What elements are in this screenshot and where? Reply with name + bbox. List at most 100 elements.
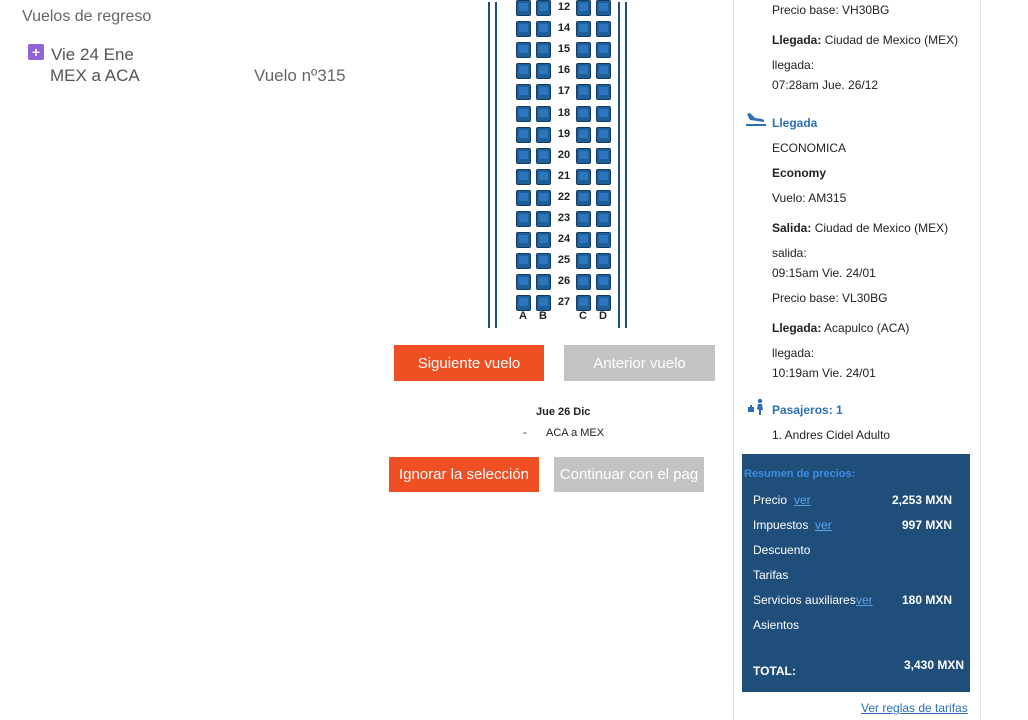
seat-22A[interactable] xyxy=(516,189,531,206)
seat-25C[interactable] xyxy=(576,253,591,270)
seat-24C[interactable] xyxy=(576,232,591,249)
seat-20B[interactable] xyxy=(536,147,551,164)
arrival-second: Llegada: Acapulco (ACA) xyxy=(772,321,909,335)
taxes-details-link[interactable]: ver xyxy=(815,518,832,532)
total-value: 3,430 MXN xyxy=(903,658,964,672)
seat-17C[interactable] xyxy=(576,84,591,101)
seat-22B[interactable] xyxy=(536,189,551,206)
seat-19C[interactable] xyxy=(576,126,591,143)
seat-27A[interactable] xyxy=(516,295,531,312)
seat-18A[interactable] xyxy=(516,105,531,122)
column-letter: C xyxy=(579,310,587,322)
row-number: 20 xyxy=(557,148,571,161)
seat-22C[interactable] xyxy=(576,189,591,206)
flight-code: Vuelo: AM315 xyxy=(772,191,847,205)
seat-16D[interactable] xyxy=(596,63,611,80)
seat-14C[interactable] xyxy=(576,21,591,38)
ignore-selection-button[interactable]: Ignorar la selección xyxy=(389,457,539,492)
seat-20C[interactable] xyxy=(576,147,591,164)
seat-20A[interactable] xyxy=(516,147,531,164)
price-details-link[interactable]: ver xyxy=(794,493,811,507)
price-label: Precio xyxy=(753,493,788,507)
seat-27D[interactable] xyxy=(596,295,611,312)
seat-21B[interactable] xyxy=(536,168,551,185)
seat-16B[interactable] xyxy=(536,63,551,80)
fare-rules-link[interactable]: Ver reglas de tarifas xyxy=(861,701,968,715)
seat-17A[interactable] xyxy=(516,84,531,101)
arrival-first-word: llegada: xyxy=(772,58,815,72)
trip-route: ACA a MEX xyxy=(546,427,605,439)
seat-15D[interactable] xyxy=(596,42,611,59)
continue-payment-button[interactable]: Continuar con el pag xyxy=(554,457,704,492)
seat-16C[interactable] xyxy=(576,63,591,80)
arrival-second-word: llegada: xyxy=(772,346,815,360)
row-number: 15 xyxy=(557,43,571,56)
seat-23A[interactable] xyxy=(516,211,531,227)
seat-24B[interactable] xyxy=(536,232,551,249)
cabin-name: ECONOMICA xyxy=(772,141,847,155)
seat-16A[interactable] xyxy=(516,63,531,80)
seat-23C[interactable] xyxy=(576,211,591,227)
seat-17D[interactable] xyxy=(596,84,611,101)
seat-19D[interactable] xyxy=(596,126,611,143)
discount-label: Descuento xyxy=(753,543,811,557)
seat-21C[interactable] xyxy=(576,168,591,185)
arrival-first: Llegada: Ciudad de Mexico (MEX) xyxy=(772,33,958,47)
seat-26A[interactable] xyxy=(516,274,531,291)
seat-24D[interactable] xyxy=(596,232,611,249)
seat-23B[interactable] xyxy=(536,211,551,227)
seat-27C[interactable] xyxy=(576,295,591,312)
price-value: 2,253 MXN xyxy=(891,493,952,507)
ancillary-value: 180 MXN xyxy=(901,593,952,607)
seat-14B[interactable] xyxy=(536,21,551,38)
plus-icon[interactable]: + xyxy=(28,44,44,60)
seat-24A[interactable] xyxy=(516,232,531,249)
fees-label: Tarifas xyxy=(753,568,789,582)
seat-22D[interactable] xyxy=(596,189,611,206)
seat-26C[interactable] xyxy=(576,274,591,291)
seat-26D[interactable] xyxy=(596,274,611,291)
seat-14A[interactable] xyxy=(516,21,531,38)
seat-26B[interactable] xyxy=(536,274,551,291)
flight-route: MEX a ACA xyxy=(50,66,140,85)
seat-21A[interactable] xyxy=(516,168,531,185)
flight-number: Vuelo nº315 xyxy=(254,66,346,85)
column-letter: A xyxy=(519,310,527,322)
ancillary-label: Servicios auxiliares xyxy=(753,593,856,607)
seat-12B[interactable] xyxy=(536,0,551,16)
seat-21D[interactable] xyxy=(596,168,611,185)
previous-flight-button[interactable]: Anterior vuelo xyxy=(564,345,715,381)
trip-date: Jue 26 Dic xyxy=(536,406,591,418)
arrival-second-time: 10:19am Vie. 24/01 xyxy=(772,366,876,380)
next-flight-button[interactable]: Siguiente vuelo xyxy=(394,345,544,381)
seat-20D[interactable] xyxy=(596,147,611,164)
seat-12D[interactable] xyxy=(596,0,611,16)
departure-label: Salida: xyxy=(772,221,812,235)
ancillary-details-link[interactable]: ver xyxy=(856,593,873,607)
arrival-second-city: Acapulco (ACA) xyxy=(824,321,910,335)
seat-23D[interactable] xyxy=(596,211,611,227)
seat-17B[interactable] xyxy=(536,84,551,101)
price-summary-box: Resumen de precios: Precio ver 2,253 MXN… xyxy=(742,454,970,692)
fuselage-wall-left xyxy=(488,2,497,328)
row-number: 24 xyxy=(557,233,571,246)
seat-19B[interactable] xyxy=(536,126,551,143)
seat-19A[interactable] xyxy=(516,126,531,143)
seat-18B[interactable] xyxy=(536,105,551,122)
seat-12A[interactable] xyxy=(516,0,531,16)
seat-25A[interactable] xyxy=(516,253,531,270)
seat-15B[interactable] xyxy=(536,42,551,59)
column-letter: B xyxy=(539,310,547,322)
seat-18C[interactable] xyxy=(576,105,591,122)
seats-label: Asientos xyxy=(753,618,800,632)
seat-27B[interactable] xyxy=(536,295,551,312)
price-summary-title: Resumen de precios: xyxy=(744,468,856,480)
seat-18D[interactable] xyxy=(596,105,611,122)
seat-25D[interactable] xyxy=(596,253,611,270)
seat-14D[interactable] xyxy=(596,21,611,38)
seat-12C[interactable] xyxy=(576,0,591,16)
seat-15C[interactable] xyxy=(576,42,591,59)
seat-15A[interactable] xyxy=(516,42,531,59)
departure-second: Salida: Ciudad de Mexico (MEX) xyxy=(772,221,948,235)
seat-25B[interactable] xyxy=(536,253,551,270)
